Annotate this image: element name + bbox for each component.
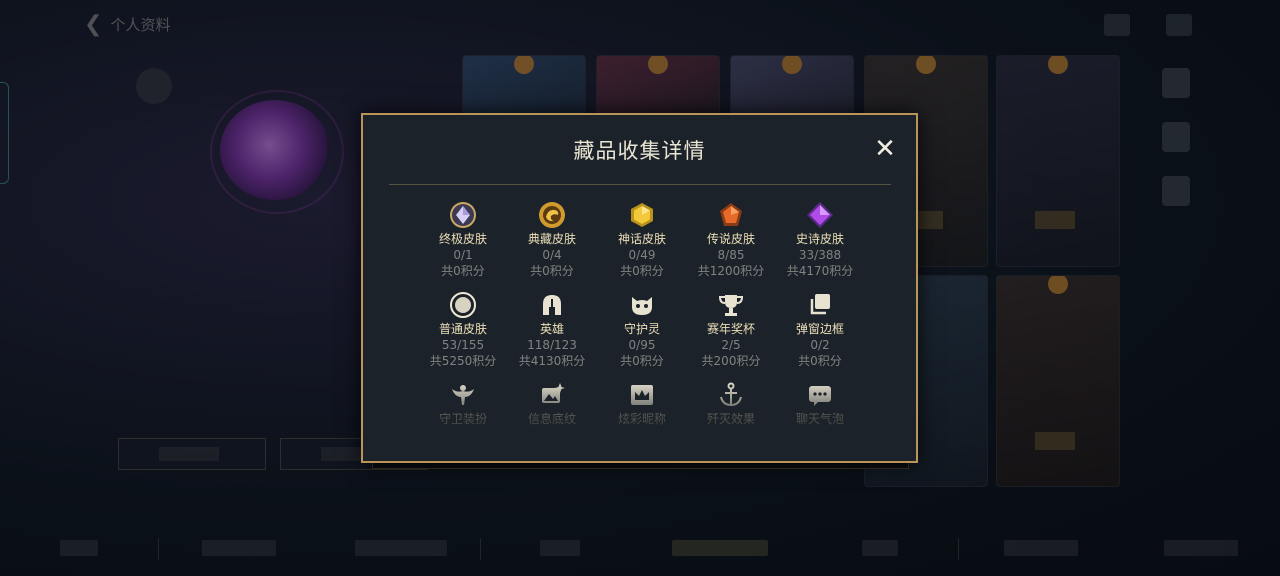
item-count: 33/388 <box>798 248 842 262</box>
bottom-tab-bar <box>0 520 1280 576</box>
item-label: 聊天气泡 <box>795 412 844 426</box>
bottom-tab[interactable] <box>540 540 580 556</box>
collection-items-list[interactable]: 终极皮肤 0/1 共0积分 典藏皮肤 0/4 共0积分 神话皮肤 0/49 共0… <box>363 201 916 431</box>
bottom-tab[interactable] <box>60 540 98 556</box>
modal-title: 藏品收集详情 <box>573 139 706 163</box>
item-label: 炫彩昵称 <box>617 412 666 426</box>
side-drawer-tab[interactable] <box>0 82 9 184</box>
collection-item-prestige[interactable]: 典藏皮肤 0/4 共0积分 <box>507 201 597 279</box>
item-count: 0/49 <box>628 248 656 262</box>
item-score: 共0积分 <box>620 264 664 278</box>
back-button[interactable]: ❮ 个人资料 <box>84 12 170 37</box>
layered-frame-icon <box>810 294 830 315</box>
item-label: 英雄 <box>539 322 564 336</box>
skin-card[interactable] <box>596 55 720 117</box>
item-score: 共0积分 <box>530 264 574 278</box>
collection-item-chat-bubble[interactable]: 聊天气泡 <box>775 381 865 427</box>
rank-badge-icon[interactable] <box>136 68 172 104</box>
item-label: 弹窗边框 <box>795 322 844 336</box>
skin-card[interactable] <box>996 55 1120 267</box>
trophy-icon <box>718 295 744 316</box>
item-label: 史诗皮肤 <box>795 232 844 246</box>
collection-item-legendary[interactable]: 传说皮肤 8/85 共1200积分 <box>686 201 776 279</box>
collection-item-ward[interactable]: 守卫装扮 <box>418 381 508 427</box>
settings-icon[interactable] <box>1166 14 1192 36</box>
champion-icon[interactable] <box>1162 68 1190 98</box>
item-label: 赛年奖杯 <box>706 322 755 336</box>
skin-card[interactable] <box>730 55 854 117</box>
anchor-icon <box>720 382 742 407</box>
gem-purple-icon <box>807 202 833 228</box>
collection-item-trophy[interactable]: 赛年奖杯 2/5 共200积分 <box>686 291 776 369</box>
crown-frame-icon <box>631 385 653 405</box>
item-count: 0/2 <box>810 338 830 352</box>
skin-card[interactable] <box>462 55 586 117</box>
item-score: 共200积分 <box>701 354 761 368</box>
item-count: 53/155 <box>441 338 485 352</box>
item-label: 守卫装扮 <box>438 412 487 426</box>
item-score: 共1200积分 <box>697 264 765 278</box>
guardian-creature-icon <box>632 297 652 315</box>
image-sparkle-icon <box>542 383 565 403</box>
item-score: 共0积分 <box>620 354 664 368</box>
back-label: 个人资料 <box>110 16 171 34</box>
item-count: 118/123 <box>527 338 577 352</box>
skin-icon[interactable] <box>1162 122 1190 152</box>
item-label: 神话皮肤 <box>617 232 666 246</box>
item-label: 传说皮肤 <box>706 232 755 246</box>
item-label: 信息底纹 <box>527 412 576 426</box>
collection-orb-image <box>220 100 330 200</box>
chat-bubble-icon <box>809 386 831 406</box>
collection-item-border[interactable]: 弹窗边框 0/2 共0积分 <box>775 291 865 369</box>
item-label: 普通皮肤 <box>438 322 487 336</box>
crystal-white-icon <box>450 202 476 228</box>
item-score: 共4170积分 <box>786 264 854 278</box>
collection-item-guardian[interactable]: 守护灵 0/95 共0积分 <box>597 291 687 369</box>
collection-item-info-pattern[interactable]: 信息底纹 <box>507 381 597 427</box>
item-score: 共0积分 <box>798 354 842 368</box>
skin-card[interactable] <box>996 275 1120 487</box>
item-score: 共0积分 <box>441 264 485 278</box>
item-label: 典藏皮肤 <box>527 232 576 246</box>
close-button[interactable]: ✕ <box>871 135 899 163</box>
collection-item-heroes[interactable]: 英雄 118/123 共4130积分 <box>507 291 597 369</box>
item-count: 2/5 <box>721 338 741 352</box>
item-count: 0/4 <box>542 248 562 262</box>
title-divider <box>389 184 891 185</box>
item-count: 0/95 <box>628 338 656 352</box>
collection-item-mythic[interactable]: 神话皮肤 0/49 共0积分 <box>597 201 687 279</box>
item-count: 0/1 <box>453 248 473 262</box>
collection-details-modal: 藏品收集详情 ✕ 终极皮肤 0/1 共0积分 典藏皮肤 0/4 共0积分 神话皮… <box>361 113 918 463</box>
bottom-tab[interactable] <box>355 540 447 556</box>
collection-item-ultimate[interactable]: 终极皮肤 0/1 共0积分 <box>418 201 508 279</box>
helmet-icon <box>543 295 561 315</box>
item-count: 8/85 <box>717 248 745 262</box>
collection-item-normal[interactable]: 普通皮肤 53/155 共5250积分 <box>418 291 508 369</box>
bottom-tab[interactable] <box>1164 540 1238 556</box>
item-score: 共5250积分 <box>429 354 497 368</box>
bottom-tab-active[interactable] <box>672 540 768 556</box>
circle-icon <box>450 292 476 318</box>
left-action-button-1[interactable] <box>118 438 266 470</box>
collection-item-epic[interactable]: 史诗皮肤 33/388 共4170积分 <box>775 201 865 279</box>
item-label: 歼灭效果 <box>706 412 755 426</box>
ward-icon <box>452 385 474 405</box>
gem-orange-icon <box>720 203 742 226</box>
bottom-tab[interactable] <box>1004 540 1078 556</box>
item-score: 共4130积分 <box>518 354 586 368</box>
top-bar: ❮ 个人资料 <box>0 0 1280 50</box>
item-label: 守护灵 <box>623 322 660 336</box>
gem-gold-icon <box>631 203 653 227</box>
collection-item-color-nickname[interactable]: 炫彩昵称 <box>597 381 687 427</box>
bottom-tab[interactable] <box>862 540 898 556</box>
dragon-emblem-icon <box>539 202 565 228</box>
item-label: 终极皮肤 <box>438 232 487 246</box>
bottom-tab[interactable] <box>202 540 276 556</box>
collection-icon[interactable] <box>1162 176 1190 206</box>
right-rail <box>1162 60 1192 220</box>
chevron-left-icon: ❮ <box>84 12 103 37</box>
mail-icon[interactable] <box>1104 14 1130 36</box>
collection-item-kill-effect[interactable]: 歼灭效果 <box>686 381 776 427</box>
